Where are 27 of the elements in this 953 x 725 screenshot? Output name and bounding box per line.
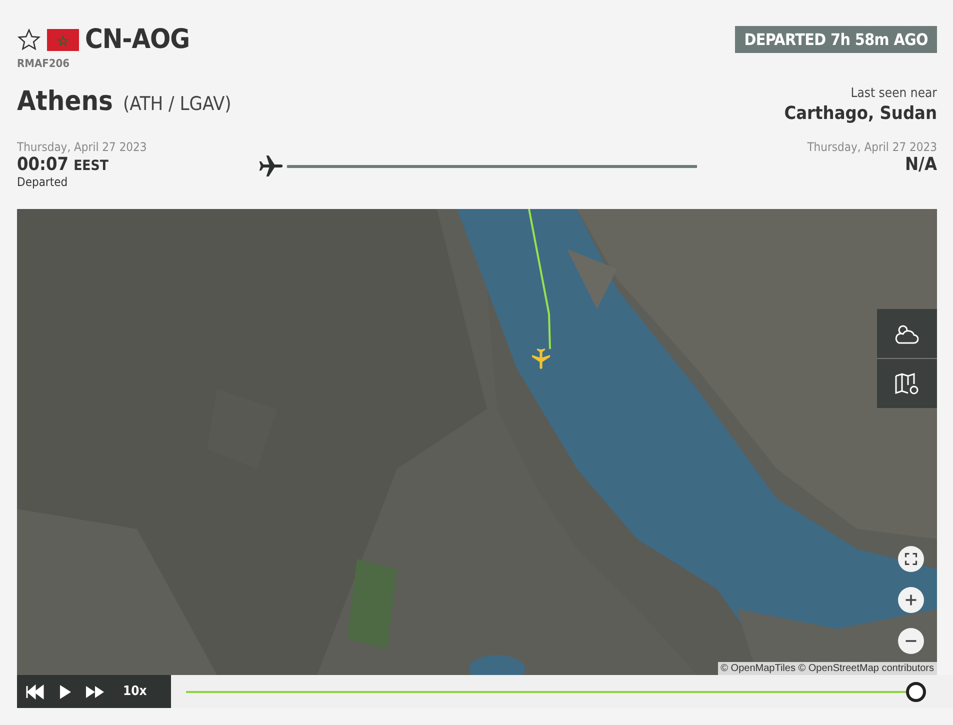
- plus-icon: [904, 593, 918, 607]
- aircraft-icon: [529, 347, 553, 371]
- status-badge: DEPARTED 7h 58m AGO: [735, 26, 937, 53]
- map-settings-button[interactable]: [877, 359, 937, 408]
- map-attribution: © OpenMapTiles © OpenStreetMap contributors: [718, 662, 937, 675]
- map-settings-icon: [893, 372, 921, 396]
- skip-back-icon: [25, 684, 45, 700]
- departure-date: Thursday, April 27 2023: [17, 140, 148, 154]
- departure-time: 00:07: [17, 154, 69, 175]
- arrival-date: Thursday, April 27 2023: [807, 140, 937, 154]
- weather-button[interactable]: [877, 309, 937, 358]
- callsign: RMAF206: [17, 57, 71, 70]
- arrival-time: N/A: [904, 154, 937, 175]
- timeline-slider[interactable]: [171, 675, 953, 708]
- origin-city: Athens: [17, 86, 113, 117]
- time-zone: EEST: [74, 158, 108, 174]
- last-seen-label: Last seen near: [850, 86, 937, 101]
- flag-icon: [47, 28, 79, 50]
- departure-status: Departed: [17, 175, 69, 189]
- timeline-thumb[interactable]: [906, 682, 926, 702]
- star-icon[interactable]: [17, 28, 41, 52]
- aircraft-registration: CN-AOG: [85, 24, 190, 55]
- last-seen-place: Carthago, Sudan: [784, 103, 937, 124]
- origin-codes: (ATH / LGAV): [122, 93, 232, 115]
- fast-forward-icon: [85, 684, 105, 700]
- speed-button[interactable]: 10x: [119, 680, 151, 703]
- fullscreen-icon: [904, 552, 918, 566]
